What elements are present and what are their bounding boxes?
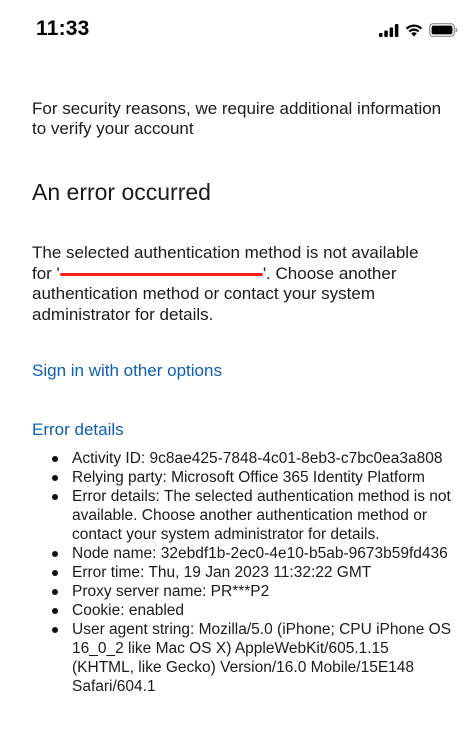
redacted-email: [59, 272, 263, 276]
status-time: 11:33: [36, 17, 90, 40]
security-intro-text: For security reasons, we require additio…: [32, 99, 442, 138]
list-item: Activity ID: 9c8ae425-7848-4c01-8eb3-c7b…: [32, 449, 452, 468]
error-message: The selected authentication method is no…: [32, 243, 442, 325]
status-icons: [379, 20, 458, 40]
list-item: Cookie: enabled: [32, 601, 452, 620]
battery-icon: [429, 23, 458, 37]
sign-in-other-options-link[interactable]: Sign in with other options: [32, 361, 222, 381]
list-item: User agent string: Mozilla/5.0 (iPhone; …: [32, 620, 452, 696]
list-item: Error details: The selected authenticati…: [32, 487, 452, 544]
list-item: Proxy server name: PR***P2: [32, 582, 452, 601]
status-bar: 11:33: [0, 0, 474, 60]
list-item: Error time: Thu, 19 Jan 2023 11:32:22 GM…: [32, 563, 452, 582]
page-content: For security reasons, we require additio…: [32, 99, 451, 695]
list-item: Node name: 32ebdf1b-2ec0-4e10-b5ab-9673b…: [32, 544, 452, 563]
signal-icon: [379, 23, 399, 37]
error-details-link[interactable]: Error details: [32, 420, 124, 440]
wifi-icon: [405, 24, 423, 37]
list-item: Relying party: Microsoft Office 365 Iden…: [32, 468, 452, 487]
error-details-list: Activity ID: 9c8ae425-7848-4c01-8eb3-c7b…: [32, 449, 452, 696]
page-title: An error occurred: [32, 179, 211, 205]
